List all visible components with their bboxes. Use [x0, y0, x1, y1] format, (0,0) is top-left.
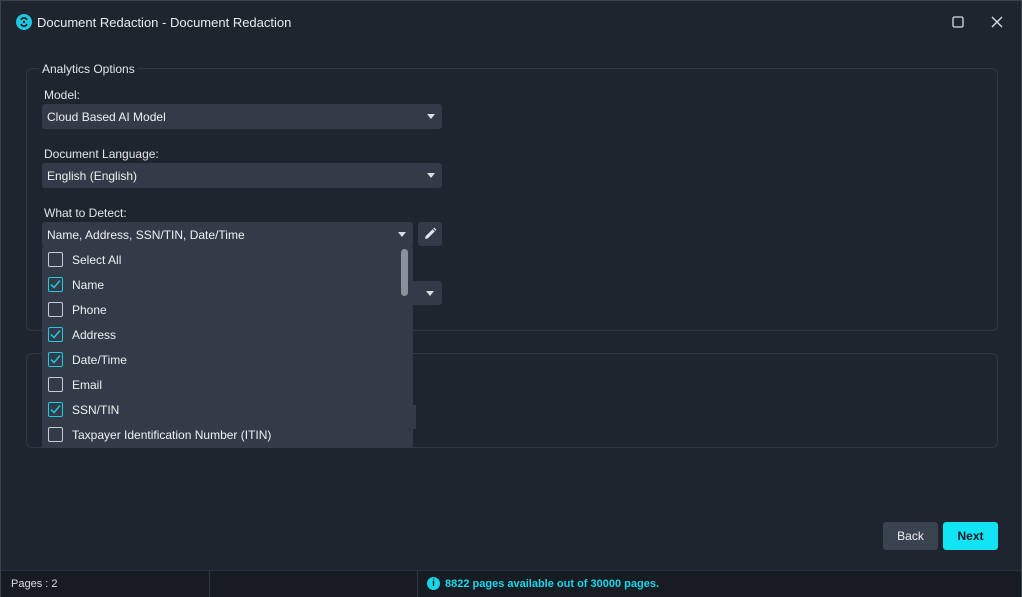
info-icon: i: [427, 577, 440, 590]
dropdown-scrollbar[interactable]: [401, 249, 408, 296]
close-icon: [991, 16, 1003, 28]
checkbox-checked[interactable]: [48, 277, 63, 292]
check-icon: [50, 355, 61, 364]
option-label: Name: [72, 278, 105, 292]
window-title: Document Redaction - Document Redaction: [37, 15, 292, 30]
checkbox[interactable]: [48, 427, 63, 442]
chevron-down-icon: [426, 291, 434, 296]
chevron-down-icon: [427, 114, 435, 119]
next-button[interactable]: Next: [943, 522, 998, 550]
language-label: Document Language:: [44, 147, 159, 161]
option-label: Taxpayer Identification Number (ITIN): [72, 428, 272, 442]
check-icon: [50, 405, 61, 414]
checkbox-checked[interactable]: [48, 352, 63, 367]
obscured-input[interactable]: [413, 405, 416, 429]
page-count: Pages : 2: [11, 578, 58, 590]
app-logo-icon: [16, 14, 32, 30]
chevron-down-icon: [427, 173, 435, 178]
check-icon: [50, 330, 61, 339]
option-select-all[interactable]: Select All: [42, 247, 402, 272]
option-label: Address: [72, 328, 117, 342]
detect-label: What to Detect:: [44, 206, 127, 220]
option-label: Email: [72, 378, 103, 392]
option-itin[interactable]: Taxpayer Identification Number (ITIN): [42, 422, 402, 447]
title-bar: Document Redaction - Document Redaction: [1, 1, 1021, 43]
option-date-time[interactable]: Date/Time: [42, 347, 402, 372]
dialog-window: Document Redaction - Document Redaction …: [0, 0, 1022, 597]
detect-select[interactable]: Name, Address, SSN/TIN, Date/Time: [42, 222, 413, 247]
language-select-value: English (English): [47, 168, 138, 183]
option-label: Date/Time: [72, 353, 127, 367]
edit-detect-button[interactable]: [418, 222, 442, 246]
language-select[interactable]: English (English): [42, 163, 442, 188]
option-ssn-tin[interactable]: SSN/TIN: [42, 397, 402, 422]
option-phone[interactable]: Phone: [42, 297, 402, 322]
model-select-value: Cloud Based AI Model: [47, 109, 166, 124]
detect-dropdown-list[interactable]: Select All Name Phone Address Date/Time: [42, 247, 413, 448]
checkbox-checked[interactable]: [48, 402, 63, 417]
check-icon: [50, 280, 61, 289]
option-label: Select All: [72, 253, 122, 267]
checkbox[interactable]: [48, 377, 63, 392]
option-label: Phone: [72, 303, 107, 317]
close-button[interactable]: [987, 12, 1007, 32]
model-label: Model:: [44, 88, 81, 102]
obscured-select[interactable]: [413, 281, 442, 305]
analytics-options-title: Analytics Options: [39, 62, 138, 76]
checkbox[interactable]: [48, 302, 63, 317]
option-email[interactable]: Email: [42, 372, 402, 397]
back-button[interactable]: Back: [883, 522, 938, 550]
option-label: SSN/TIN: [72, 403, 120, 417]
checkbox-checked[interactable]: [48, 327, 63, 342]
model-select[interactable]: Cloud Based AI Model: [42, 104, 442, 129]
status-divider: [209, 571, 210, 597]
maximize-icon: [952, 16, 964, 28]
maximize-button[interactable]: [948, 12, 968, 32]
checkbox[interactable]: [48, 252, 63, 267]
pages-available-message: 8822 pages available out of 30000 pages.: [445, 578, 659, 590]
option-name[interactable]: Name: [42, 272, 402, 297]
status-bar: Pages : 2 i 8822 pages available out of …: [1, 570, 1021, 597]
detect-select-value: Name, Address, SSN/TIN, Date/Time: [47, 227, 245, 242]
option-address[interactable]: Address: [42, 322, 402, 347]
chevron-down-icon: [398, 232, 406, 237]
pencil-icon: [425, 227, 437, 239]
status-divider: [417, 571, 418, 597]
